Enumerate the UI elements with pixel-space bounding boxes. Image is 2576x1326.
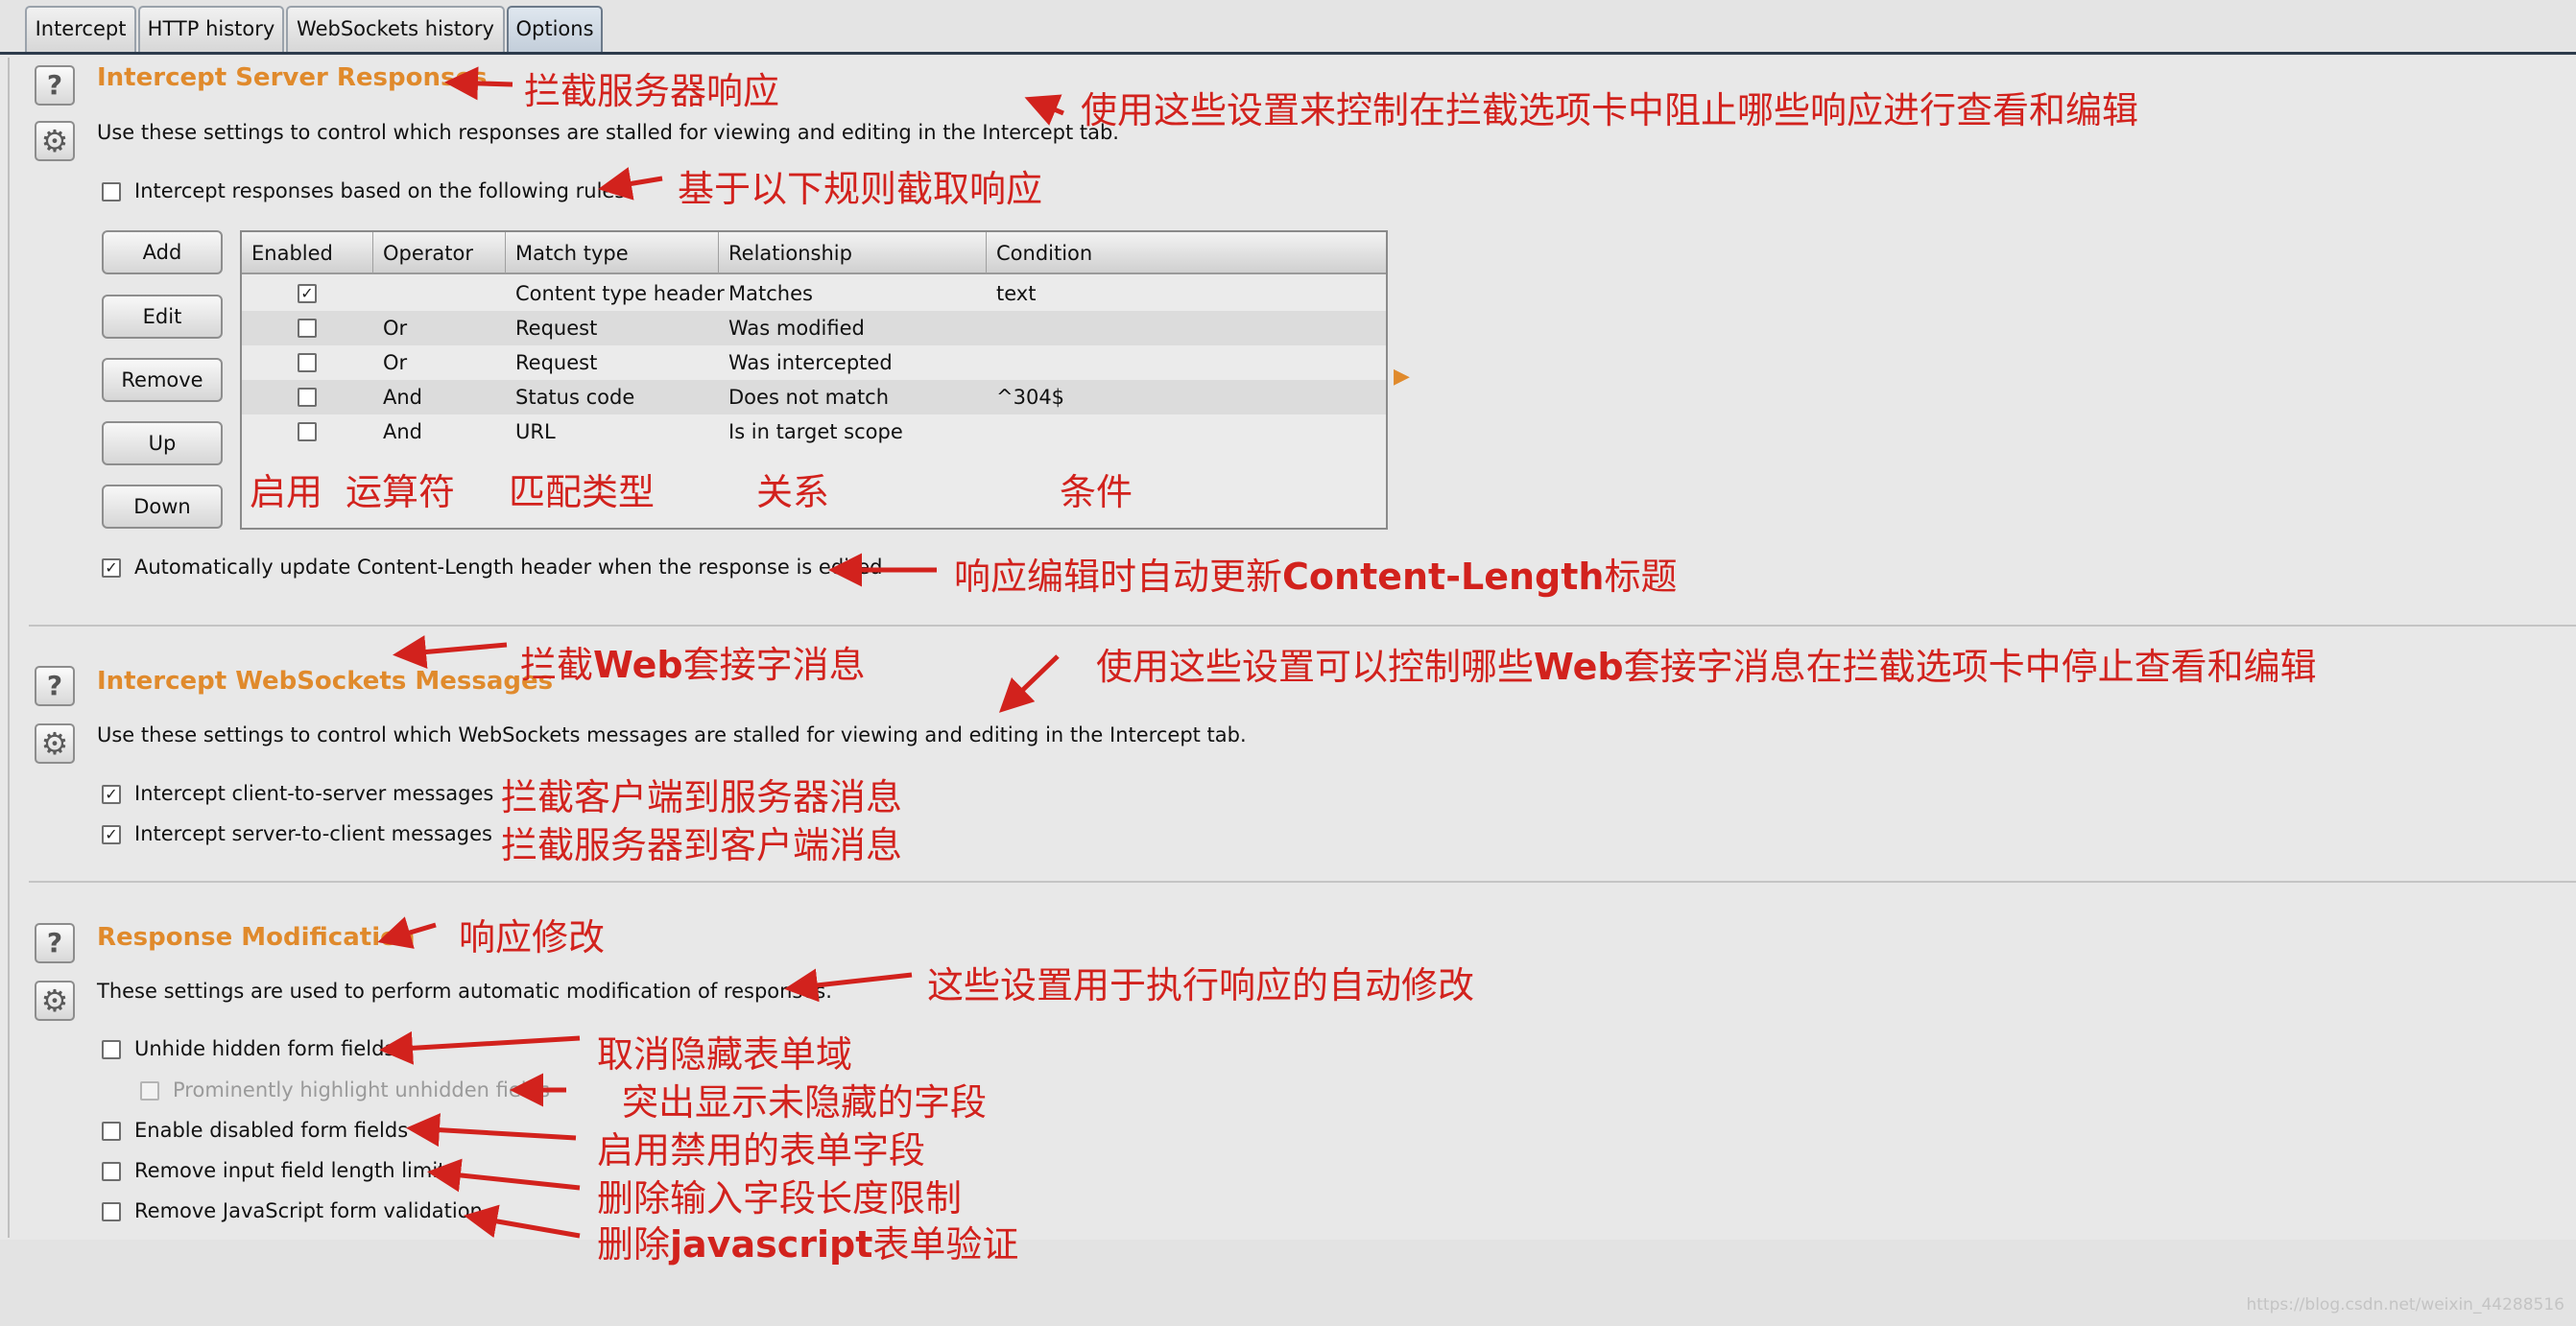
arrow-mod-desc <box>784 968 913 1003</box>
arrow-ws-heading <box>393 635 508 669</box>
arrow-mod-remove-length <box>427 1158 581 1193</box>
arrow-mod-enable-disabled <box>406 1113 577 1148</box>
arrow-mod-remove-js <box>464 1204 581 1239</box>
watermark: https://blog.csdn.net/weixin_44288516 <box>2246 1295 2564 1314</box>
arrow-mod-heading <box>377 916 437 949</box>
arrow-ws-desc <box>998 654 1060 713</box>
annotation-arrows <box>377 66 1064 1239</box>
arrow-mod-unhide <box>379 1030 581 1065</box>
arrow-rule-checkbox <box>598 167 663 201</box>
arrow-server-heading <box>444 66 513 101</box>
arrow-server-desc <box>1024 94 1064 126</box>
